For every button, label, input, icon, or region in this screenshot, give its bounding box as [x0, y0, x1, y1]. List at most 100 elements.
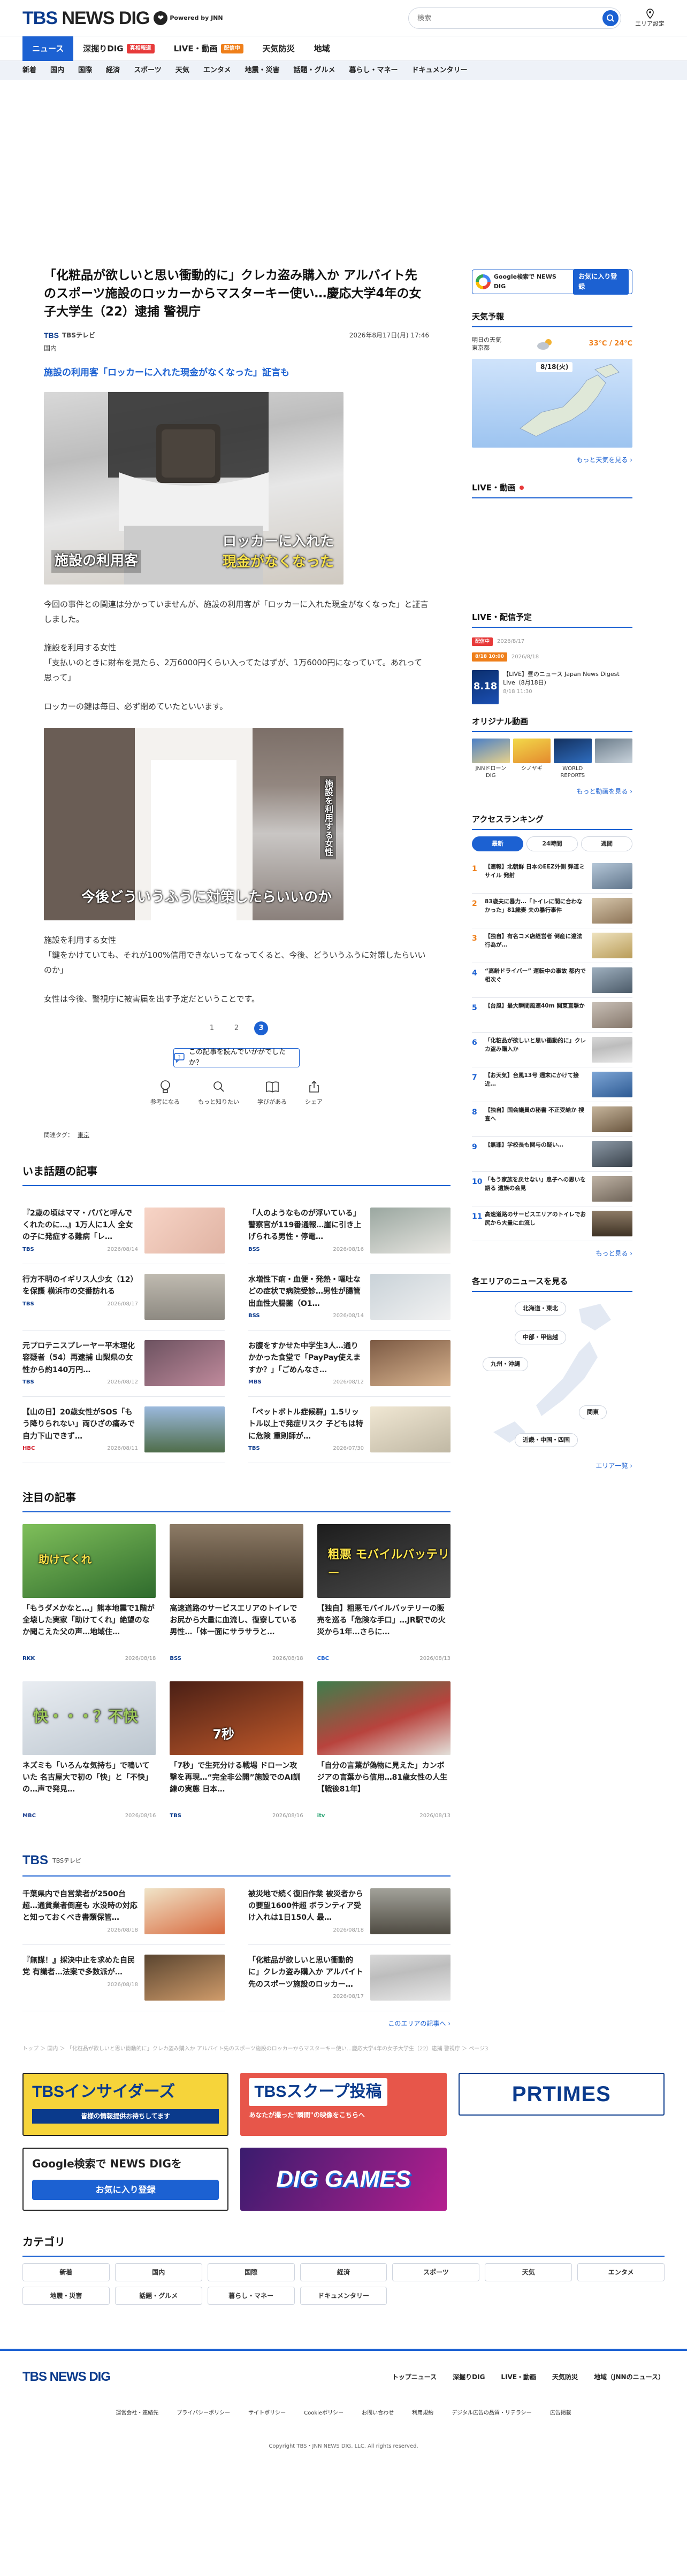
category-button[interactable]: 経済 — [300, 2263, 387, 2282]
article-source[interactable]: TBS TBSテレビ — [44, 329, 95, 341]
footer-nav-item[interactable]: 深掘りDIG — [453, 2372, 485, 2382]
area-button[interactable]: 九州・沖縄 — [483, 1357, 528, 1371]
featured-card[interactable]: 助けてくれ 「もうダメかなと…」熊本地震で1階が全壊した実家「助けてくれ」絶望のな… — [22, 1524, 156, 1663]
nav-tab-weather[interactable]: 天気防災 — [253, 36, 304, 61]
footer-nav-item[interactable]: 天気防災 — [552, 2372, 578, 2382]
banner-insiders[interactable]: TBSインサイダーズ 皆様の情報提供お待ちしてます — [22, 2073, 229, 2136]
footer-logo[interactable]: TBS NEWS DIG — [22, 2367, 111, 2387]
ranking-item[interactable]: 4 “高齢ドライバー” 運転中の事故 都内で相次ぐ — [472, 963, 632, 998]
news-item[interactable]: 『無謀！』採決中止を求めた自民党 有識者…法案で多数派が… 2026/08/18 — [22, 1945, 225, 2011]
category-button[interactable]: 話題・グルメ — [114, 2287, 202, 2305]
news-item[interactable]: 「ペットボトル症候群」1.5リットル以上で発症リスク 子どもは特に危険 重則師が… — [248, 1397, 451, 1464]
ranking-tab[interactable]: 最新 — [472, 836, 523, 851]
banner-google[interactable]: Google検索で NEWS DIGを お気に入り登録 — [22, 2148, 229, 2211]
ranking-item[interactable]: 5 【台風】最大瞬間風速40m 関東直撃か — [472, 998, 632, 1033]
news-item[interactable]: 被災地で続く復旧作業 被災者からの要望1600件超 ボランティア受け入れは1日1… — [248, 1879, 451, 1945]
banner-dig-games[interactable]: DIG GAMES — [240, 2148, 447, 2211]
featured-card[interactable]: 7秒 「7秒」で生死分ける戦場 ドローン攻撃を再現…“完全非公開”施設でのAI訓練… — [170, 1681, 303, 1820]
ranking-item[interactable]: 2 83歳夫に暴力…「トイレに間に合わなかった」81歳妻 夫の暴行事件 — [472, 894, 632, 928]
footer-nav-item[interactable]: トップニュース — [392, 2372, 437, 2382]
more-link[interactable]: もっと見る — [472, 1249, 632, 1259]
more-link[interactable]: もっと動画を見る — [472, 787, 632, 797]
news-item[interactable]: 千葉県内で自営業者が2500台超…通貨業者倒産も 水没時の対応と知っておくべき書… — [22, 1879, 225, 1945]
tag-link[interactable]: 東京 — [78, 1131, 89, 1140]
category-button[interactable]: 国際 — [207, 2263, 295, 2282]
news-item[interactable]: お腹をすかせた中学生3人…通りかかった食堂で「PayPay使えますか？」「ごめん… — [248, 1331, 451, 1397]
news-item[interactable]: 水増性下痢・血便・発熱・嘔吐などの症状で病院受診…男性が腸管出血性大腸菌（O1…… — [248, 1264, 451, 1331]
page-link[interactable]: 2 — [230, 1021, 243, 1035]
share-button[interactable]: シェア — [305, 1079, 323, 1107]
footer-link[interactable]: サイトポリシー — [248, 2409, 286, 2418]
news-item[interactable]: 「化粧品が欲しいと思い衝動的に」クレカ盗み購入か アルバイト先のスポーツ施設のロ… — [248, 1945, 451, 2011]
ranking-item[interactable]: 6 「化粧品が欲しいと思い衝動的に」クレカ盗み購入か — [472, 1033, 632, 1067]
area-button[interactable]: 北海道・東北 — [515, 1302, 566, 1316]
site-logo[interactable]: TBS NEWS DIG ❤ Powered by JNN — [22, 4, 223, 33]
area-button[interactable]: 中部・甲信越 — [515, 1331, 566, 1344]
weather-map[interactable]: 8/18(火) — [472, 358, 632, 448]
ranking-item[interactable]: 8 【独自】国会議員の秘書 不正受給か 捜査へ — [472, 1102, 632, 1137]
category-button[interactable]: 天気 — [485, 2263, 572, 2282]
category-button[interactable]: ドキュメンタリー — [300, 2287, 387, 2305]
feedback-question-button[interactable]: ? この記事を読んでいかがでしたか？ — [173, 1048, 300, 1068]
ranking-item[interactable]: 11 高速道路のサービスエリアのトイレでお尻から大量に血流し — [472, 1206, 632, 1241]
footer-nav-item[interactable]: 地域（JNNのニュース） — [594, 2372, 665, 2382]
featured-card[interactable]: 粗悪 モバイルバッテリー 【独自】粗悪モバイルバッテリーの販売を巡る「危険な手口」… — [317, 1524, 451, 1663]
subnav-item[interactable]: ドキュメンタリー — [412, 65, 468, 76]
ranking-tab[interactable]: 24時間 — [526, 836, 578, 851]
category-button[interactable]: 新着 — [22, 2263, 110, 2282]
nav-tab-region[interactable]: 地域 — [304, 36, 340, 61]
footer-link[interactable]: 広告掲載 — [550, 2409, 571, 2418]
subnav-item[interactable]: 話題・グルメ — [293, 65, 335, 76]
banner-prtimes[interactable]: PRTIMES — [458, 2073, 665, 2116]
featured-card[interactable]: 高速道路のサービスエリアのトイレでお尻から大量に血流し、復寮している男性…「体一… — [170, 1524, 303, 1663]
news-item[interactable]: 【山の日】20歳女性がSOS「もう降りられない」両ひざの痛みで自力下山できず… H… — [22, 1397, 225, 1464]
more-link[interactable]: もっと天気を見る — [472, 455, 632, 465]
nav-tab-dig[interactable]: 深掘りDIG 真相報道 — [73, 36, 164, 61]
footer-link[interactable]: プライバシーポリシー — [177, 2409, 230, 2418]
subnav-item[interactable]: 国内 — [50, 65, 64, 76]
original-video-item[interactable]: WORLD REPORTS — [554, 738, 592, 779]
news-item[interactable]: 元プロテニスプレーヤー平木理化容疑者（54）再逮捕 山梨県の女性から約140万円… — [22, 1331, 225, 1397]
area-button[interactable]: 近畿・中国・四国 — [515, 1433, 578, 1447]
nav-tab-live[interactable]: LIVE・動画 配信中 — [164, 36, 253, 61]
area-button[interactable]: 関東 — [579, 1405, 607, 1419]
category-button[interactable]: エンタメ — [577, 2263, 665, 2282]
live-card[interactable]: 8.18 【LIVE】昼のニュース Japan News Digest Live（… — [472, 665, 632, 710]
footer-link[interactable]: お問い合わせ — [362, 2409, 394, 2418]
ranking-item[interactable]: 10 「もう家族を戻せない」息子への思いを語る 遺族の会見 — [472, 1172, 632, 1206]
footer-link[interactable]: デジタル広告の品質・リテラシー — [452, 2409, 532, 2418]
ranking-item[interactable]: 9 【無罪】学校長も関与の疑い… — [472, 1137, 632, 1172]
subnav-item[interactable]: 国際 — [78, 65, 92, 76]
ranking-item[interactable]: 3 【独自】有名コメ店経営者 倒産に違法行為が… — [472, 928, 632, 963]
news-item[interactable]: 「人のようなものが浮いている」警察官が119番通報…崖に引き上げられる男性・停電… — [248, 1198, 451, 1264]
subnav-item[interactable]: 地震・災害 — [245, 65, 279, 76]
news-item[interactable]: 『2歳の頃はママ・パパと呼んでくれたのに…』1万人に1人 全女の子に発症する難病… — [22, 1198, 225, 1264]
search-input[interactable] — [417, 14, 602, 22]
news-item[interactable]: 行方不明のイギリス人少女（12）を保護 横浜市の交番訪れる TBS 2026/08/… — [22, 1264, 225, 1331]
ranking-tab[interactable]: 週間 — [581, 836, 632, 851]
subnav-item[interactable]: 経済 — [106, 65, 120, 76]
original-video-item[interactable]: JNNドローンDIG — [472, 738, 510, 779]
banner-scoop[interactable]: TBSスクープ投稿 あなたが撮った"瞬間"の映像をこちらへ — [240, 2073, 447, 2136]
ranking-item[interactable]: 1 【速報】北朝鮮 日本のEEZ外側 弾道ミサイル 発射 — [472, 859, 632, 894]
page-link[interactable]: 1 — [205, 1021, 219, 1035]
area-setting-button[interactable]: エリア設定 — [635, 9, 665, 27]
original-video-item[interactable] — [594, 738, 632, 779]
category-button[interactable]: スポーツ — [392, 2263, 480, 2282]
subnav-item[interactable]: エンタメ — [203, 65, 231, 76]
google-favorite-button[interactable]: Google検索で NEWS DIG お気に入り登録 — [472, 268, 632, 295]
category-button[interactable]: 暮らし・マネー — [207, 2287, 295, 2305]
featured-card[interactable]: 快・・・？不快 ネズミも「いろんな気持ち」で鳴いていた 名古屋大で初の「快」と「不… — [22, 1681, 156, 1820]
footer-link[interactable]: 運営会社・連絡先 — [116, 2409, 158, 2418]
original-video-item[interactable]: シノヤギ — [513, 738, 551, 779]
more-link[interactable]: エリア一覧 — [472, 1461, 632, 1471]
reaction-learn-button[interactable]: 学びがある — [257, 1079, 287, 1107]
subnav-item[interactable]: 新着 — [22, 65, 36, 76]
page-link-current[interactable]: 3 — [254, 1021, 268, 1036]
footer-link[interactable]: Cookieポリシー — [304, 2409, 344, 2418]
reaction-helpful-button[interactable]: 参考になる — [150, 1079, 180, 1107]
more-link[interactable]: このエリアの記事へ — [22, 2019, 451, 2029]
article-category[interactable]: 国内 — [44, 343, 429, 353]
subnav-item[interactable]: 天気 — [175, 65, 189, 76]
category-button[interactable]: 国内 — [114, 2263, 202, 2282]
